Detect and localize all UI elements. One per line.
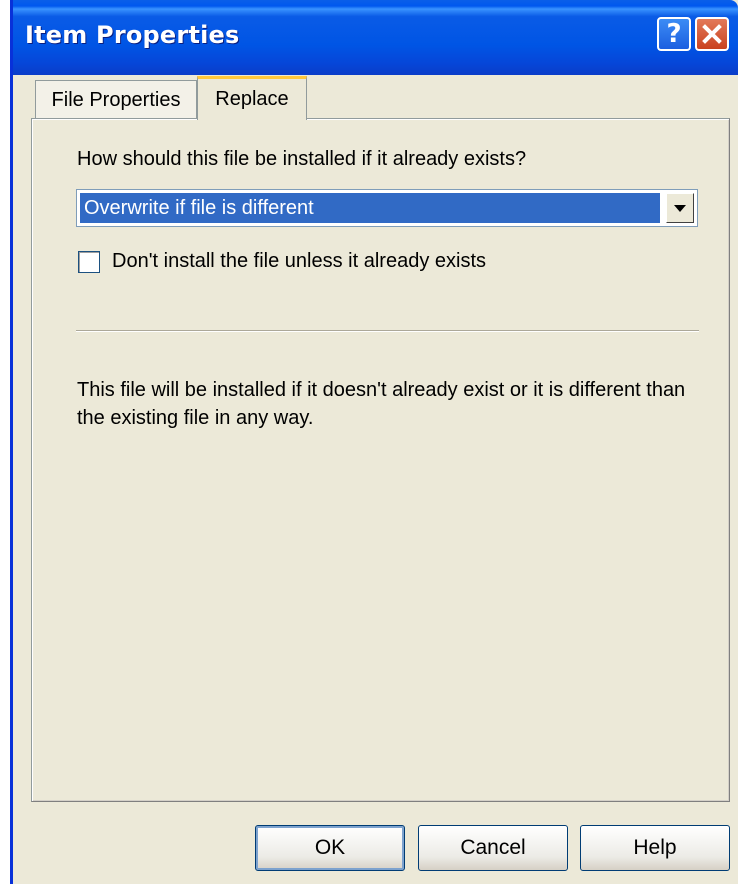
tab-label: File Properties (51, 89, 181, 111)
install-only-if-exists-row[interactable]: Don't install the file unless it already… (78, 250, 486, 273)
tab-label: Replace (215, 88, 289, 110)
install-only-if-exists-checkbox[interactable] (78, 250, 100, 273)
tab-file-properties[interactable]: File Properties (35, 80, 197, 120)
divider (76, 330, 699, 332)
close-button[interactable] (695, 17, 729, 51)
dropdown-arrow-button[interactable] (666, 193, 694, 223)
chevron-down-icon (674, 205, 686, 212)
help-dialog-button[interactable]: Help (580, 825, 730, 871)
replace-mode-select[interactable]: Overwrite if file is different (76, 189, 698, 227)
replace-mode-selected-value: Overwrite if file is different (80, 193, 660, 223)
title-bar[interactable]: Item Properties ? (13, 0, 738, 75)
ok-button[interactable]: OK (255, 825, 405, 871)
help-button[interactable]: ? (657, 17, 691, 51)
close-icon (702, 24, 722, 44)
help-icon: ? (666, 19, 682, 49)
replace-description: This file will be installed if it doesn'… (77, 379, 686, 429)
window-title: Item Properties (25, 21, 240, 49)
dialog-window: Item Properties ? File Properties Replac… (10, 0, 738, 884)
tab-replace[interactable]: Replace (197, 76, 307, 120)
install-question-label: How should this file be installed if it … (77, 148, 527, 170)
install-only-if-exists-label[interactable]: Don't install the file unless it already… (112, 250, 486, 273)
cancel-button[interactable]: Cancel (418, 825, 568, 871)
